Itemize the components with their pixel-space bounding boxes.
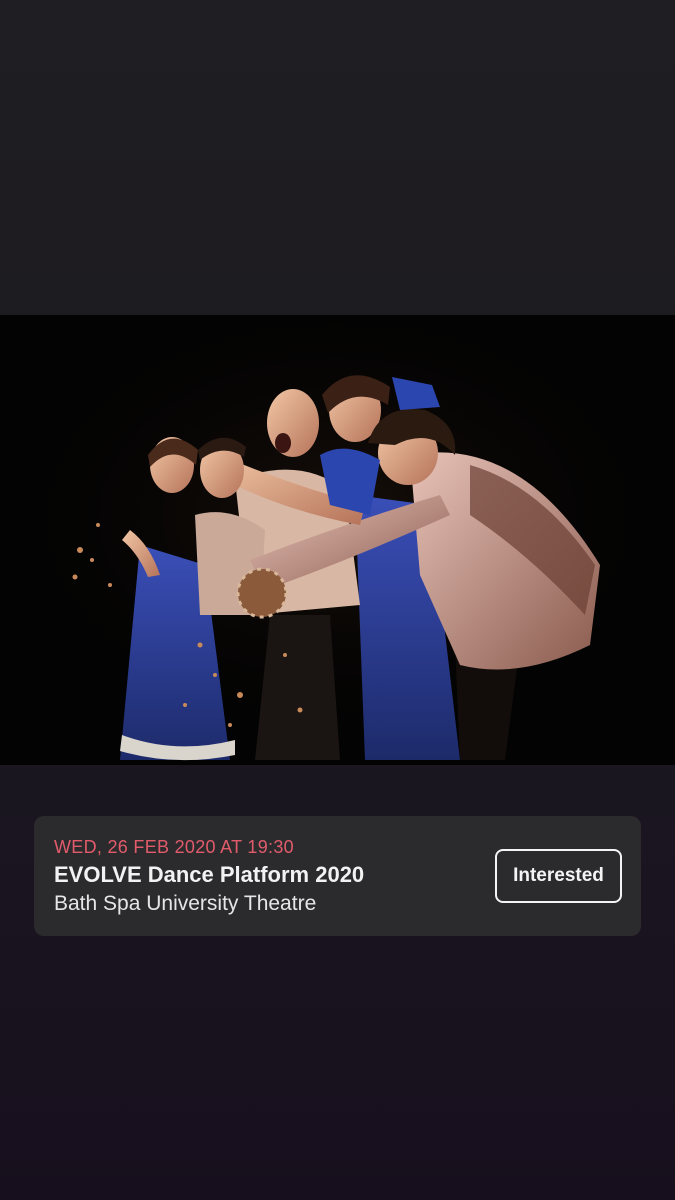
dance-performance-photo — [0, 315, 675, 765]
event-date: WED, 26 FEB 2020 AT 19:30 — [54, 837, 294, 857]
interested-button[interactable]: Interested — [495, 849, 622, 903]
event-venue[interactable]: Bath Spa University Theatre — [54, 892, 316, 916]
event-title[interactable]: EVOLVE Dance Platform 2020 — [54, 862, 364, 888]
event-card[interactable]: WED, 26 FEB 2020 AT 19:30 EVOLVE Dance P… — [34, 816, 641, 936]
event-photo — [0, 315, 675, 765]
